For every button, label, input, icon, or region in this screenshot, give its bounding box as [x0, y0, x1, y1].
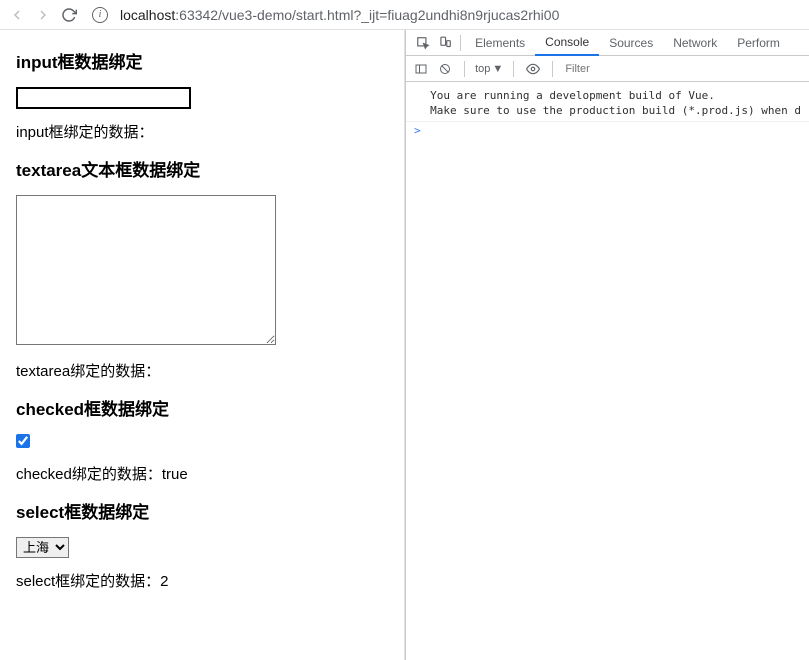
address-bar[interactable]: localhost:63342/vue3-demo/start.html?_ij… [120, 7, 559, 23]
chevron-down-icon: ▼ [492, 63, 503, 75]
main-area: input框数据绑定 input框绑定的数据： textarea文本框数据绑定 … [0, 30, 809, 660]
text-input[interactable] [16, 87, 191, 109]
back-icon[interactable] [8, 6, 26, 24]
label-select-bound: select框绑定的数据：2 [16, 570, 388, 591]
heading-textarea: textarea文本框数据绑定 [16, 156, 388, 181]
label-textarea-bound: textarea绑定的数据： [16, 360, 388, 381]
console-prompt[interactable]: > [406, 122, 809, 139]
select-input[interactable]: 上海 [16, 537, 69, 558]
context-label: top [475, 63, 490, 75]
label-checked-bound: checked绑定的数据：true [16, 463, 388, 484]
tab-network[interactable]: Network [663, 30, 727, 56]
console-filter-input[interactable] [563, 61, 809, 77]
browser-toolbar: i localhost:63342/vue3-demo/start.html?_… [0, 0, 809, 30]
url-path: :63342/vue3-demo/start.html?_ijt=fiuag2u… [175, 7, 559, 23]
clear-console-icon[interactable] [436, 63, 454, 75]
reload-icon[interactable] [60, 6, 78, 24]
inspect-icon[interactable] [412, 36, 434, 50]
console-log-line: You are running a development build of V… [406, 86, 809, 122]
tab-console[interactable]: Console [535, 30, 599, 56]
console-sidebar-icon[interactable] [412, 63, 430, 75]
console-output: You are running a development build of V… [406, 82, 809, 660]
forward-icon[interactable] [34, 6, 52, 24]
devtools-filterbar: top ▼ [406, 56, 809, 82]
context-selector[interactable]: top ▼ [475, 63, 503, 75]
separator [552, 61, 553, 77]
checkbox-input[interactable] [16, 434, 30, 448]
separator [464, 61, 465, 77]
heading-checked: checked框数据绑定 [16, 395, 388, 420]
tab-elements[interactable]: Elements [465, 30, 535, 56]
page-content: input框数据绑定 input框绑定的数据： textarea文本框数据绑定 … [0, 30, 405, 660]
devtools-panel: Elements Console Sources Network Perform… [405, 30, 809, 660]
label-input-bound: input框绑定的数据： [16, 121, 388, 142]
devtools-tabs: Elements Console Sources Network Perform [406, 30, 809, 56]
site-info-icon[interactable]: i [92, 7, 108, 23]
heading-input: input框数据绑定 [16, 48, 388, 73]
textarea-input[interactable] [16, 195, 276, 345]
separator [460, 35, 461, 51]
url-host: localhost [120, 7, 175, 23]
separator [513, 61, 514, 77]
heading-select: select框数据绑定 [16, 498, 388, 523]
tab-sources[interactable]: Sources [599, 30, 663, 56]
eye-icon[interactable] [524, 62, 542, 76]
device-icon[interactable] [434, 36, 456, 50]
tab-performance[interactable]: Perform [727, 30, 790, 56]
